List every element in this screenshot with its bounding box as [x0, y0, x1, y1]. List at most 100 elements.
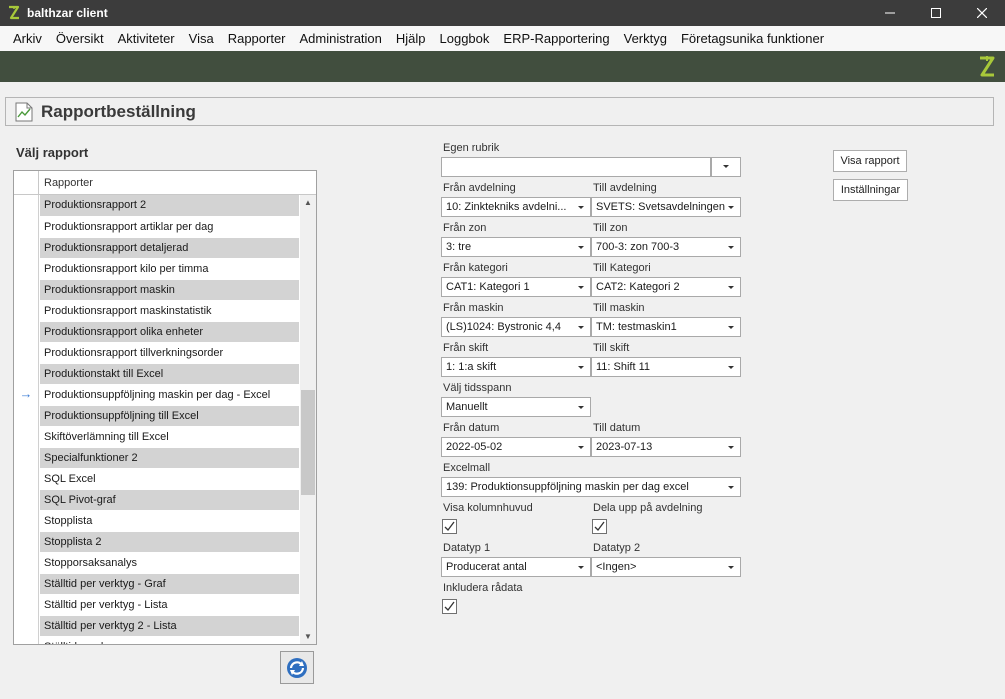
report-list-scrollbar[interactable]: ▲ ▼ — [300, 195, 316, 644]
report-name-cell[interactable]: Ställtid per verktyg - Lista — [40, 594, 299, 615]
menu-erp-rapportering[interactable]: ERP-Rapportering — [496, 31, 616, 46]
row-selector[interactable] — [14, 594, 39, 615]
visa-rapport-button[interactable]: Visa rapport — [833, 150, 907, 172]
report-list-row[interactable]: → Produktionsuppföljning maskin per dag -… — [14, 384, 300, 405]
minimize-button[interactable] — [867, 0, 913, 26]
row-selector[interactable] — [14, 363, 39, 384]
report-list-row[interactable]: Produktionsrapport 2 — [14, 195, 300, 216]
visa-kolumnhuvud-checkbox[interactable] — [442, 519, 457, 534]
row-selector[interactable] — [14, 426, 39, 447]
row-selector[interactable] — [14, 195, 39, 216]
report-list-row[interactable]: SQL Pivot-graf — [14, 489, 300, 510]
till-maskin-select[interactable]: TM: testmaskin1 — [591, 317, 741, 337]
row-selector[interactable] — [14, 300, 39, 321]
till-kategori-select[interactable]: CAT2: Kategori 2 — [591, 277, 741, 297]
excelmall-select[interactable]: 139: Produktionsuppföljning maskin per d… — [441, 477, 741, 497]
report-list-row[interactable]: Produktionstakt till Excel — [14, 363, 300, 384]
report-list-row[interactable]: Skiftöverlämning till Excel — [14, 426, 300, 447]
tidsspann-select[interactable]: Manuellt — [441, 397, 591, 417]
row-selector[interactable] — [14, 552, 39, 573]
row-selector[interactable] — [14, 279, 39, 300]
current-row-arrow-icon[interactable]: → — [14, 384, 39, 405]
report-name-cell[interactable]: Skiftöverlämning till Excel — [40, 426, 299, 447]
report-name-cell[interactable]: Produktionsrapport 2 — [40, 195, 299, 216]
report-list-row[interactable]: Produktionsrapport kilo per timma — [14, 258, 300, 279]
row-selector[interactable] — [14, 405, 39, 426]
till-avdelning-select[interactable]: SVETS: Svetsavdelningen — [591, 197, 741, 217]
scroll-down-icon[interactable]: ▼ — [300, 629, 316, 644]
row-selector[interactable] — [14, 321, 39, 342]
till-zon-select[interactable]: 700-3: zon 700-3 — [591, 237, 741, 257]
report-name-cell[interactable]: Stopporsaksanalys — [40, 552, 299, 573]
datatyp2-select[interactable]: <Ingen> — [591, 557, 741, 577]
fran-skift-select[interactable]: 1: 1:a skift — [441, 357, 591, 377]
report-list-row[interactable]: SQL Excel — [14, 468, 300, 489]
row-selector[interactable] — [14, 216, 39, 237]
report-name-cell[interactable]: Stopplista 2 — [40, 531, 299, 552]
installningar-button[interactable]: Inställningar — [833, 179, 908, 201]
report-list-row[interactable]: Stopporsaksanalys — [14, 552, 300, 573]
report-list-row[interactable]: Produktionsrapport artiklar per dag — [14, 216, 300, 237]
report-name-cell[interactable]: Ställtidsanalys — [40, 636, 299, 644]
report-list-row[interactable]: Ställtid per verktyg - Graf — [14, 573, 300, 594]
row-selector[interactable] — [14, 636, 39, 644]
report-name-cell[interactable]: Produktionsrapport kilo per timma — [40, 258, 299, 279]
egen-rubrik-input[interactable] — [441, 157, 711, 177]
row-selector[interactable] — [14, 237, 39, 258]
till-skift-select[interactable]: 11: Shift 11 — [591, 357, 741, 377]
datatyp1-select[interactable]: Producerat antal — [441, 557, 591, 577]
report-name-cell[interactable]: Ställtid per verktyg - Graf — [40, 573, 299, 594]
report-list-row[interactable]: Specialfunktioner 2 — [14, 447, 300, 468]
row-selector[interactable] — [14, 615, 39, 636]
report-list-row[interactable]: Stopplista 2 — [14, 531, 300, 552]
report-name-cell[interactable]: Ställtid per verktyg 2 - Lista — [40, 615, 299, 636]
row-selector[interactable] — [14, 447, 39, 468]
menu-aktiviteter[interactable]: Aktiviteter — [111, 31, 182, 46]
report-name-cell[interactable]: Produktionsuppföljning maskin per dag - … — [40, 384, 299, 405]
row-selector[interactable] — [14, 510, 39, 531]
fran-avdelning-select[interactable]: 10: Zinktekniks avdelni... — [441, 197, 591, 217]
menu-hjalp[interactable]: Hjälp — [389, 31, 433, 46]
report-list-row[interactable]: Ställtid per verktyg 2 - Lista — [14, 615, 300, 636]
dela-upp-checkbox[interactable] — [592, 519, 607, 534]
scrollbar-thumb[interactable] — [301, 390, 315, 495]
report-list-row[interactable]: Stopplista — [14, 510, 300, 531]
row-selector[interactable] — [14, 573, 39, 594]
menu-loggbok[interactable]: Loggbok — [433, 31, 497, 46]
menu-rapporter[interactable]: Rapporter — [221, 31, 293, 46]
scroll-up-icon[interactable]: ▲ — [300, 195, 316, 211]
report-list-row[interactable]: Produktionsuppföljning till Excel — [14, 405, 300, 426]
report-list-row[interactable]: Produktionsrapport tillverkningsorder — [14, 342, 300, 363]
column-header-rapporter[interactable]: Rapporter — [44, 177, 93, 189]
report-name-cell[interactable]: Produktionsrapport artiklar per dag — [40, 216, 299, 237]
menu-arkiv[interactable]: Arkiv — [6, 31, 49, 46]
report-list-row[interactable]: Produktionsrapport maskin — [14, 279, 300, 300]
row-selector[interactable] — [14, 531, 39, 552]
fran-maskin-select[interactable]: (LS)1024: Bystronic 4,4 — [441, 317, 591, 337]
report-name-cell[interactable]: SQL Pivot-graf — [40, 489, 299, 510]
inkludera-radata-checkbox[interactable] — [442, 599, 457, 614]
report-list-row[interactable]: Produktionsrapport olika enheter — [14, 321, 300, 342]
refresh-button[interactable] — [280, 651, 314, 684]
report-list-row[interactable]: Ställtid per verktyg - Lista — [14, 594, 300, 615]
report-list-row[interactable]: Produktionsrapport maskinstatistik — [14, 300, 300, 321]
report-name-cell[interactable]: Produktionsrapport olika enheter — [40, 321, 299, 342]
report-name-cell[interactable]: Produktionsrapport tillverkningsorder — [40, 342, 299, 363]
report-name-cell[interactable]: Stopplista — [40, 510, 299, 531]
report-name-cell[interactable]: Produktionsrapport maskinstatistik — [40, 300, 299, 321]
fran-kategori-select[interactable]: CAT1: Kategori 1 — [441, 277, 591, 297]
menu-foretagsunika[interactable]: Företagsunika funktioner — [674, 31, 831, 46]
menu-oversikt[interactable]: Översikt — [49, 31, 111, 46]
till-datum-picker[interactable]: 2023-07-13 — [591, 437, 741, 457]
report-name-cell[interactable]: Produktionstakt till Excel — [40, 363, 299, 384]
row-selector[interactable] — [14, 468, 39, 489]
menu-administration[interactable]: Administration — [293, 31, 389, 46]
report-name-cell[interactable]: Specialfunktioner 2 — [40, 447, 299, 468]
row-selector[interactable] — [14, 489, 39, 510]
report-list-row[interactable]: Produktionsrapport detaljerad — [14, 237, 300, 258]
report-list-row[interactable]: Ställtidsanalys — [14, 636, 300, 644]
menu-verktyg[interactable]: Verktyg — [617, 31, 674, 46]
report-name-cell[interactable]: Produktionsuppföljning till Excel — [40, 405, 299, 426]
report-name-cell[interactable]: Produktionsrapport detaljerad — [40, 237, 299, 258]
fran-datum-picker[interactable]: 2022-05-02 — [441, 437, 591, 457]
